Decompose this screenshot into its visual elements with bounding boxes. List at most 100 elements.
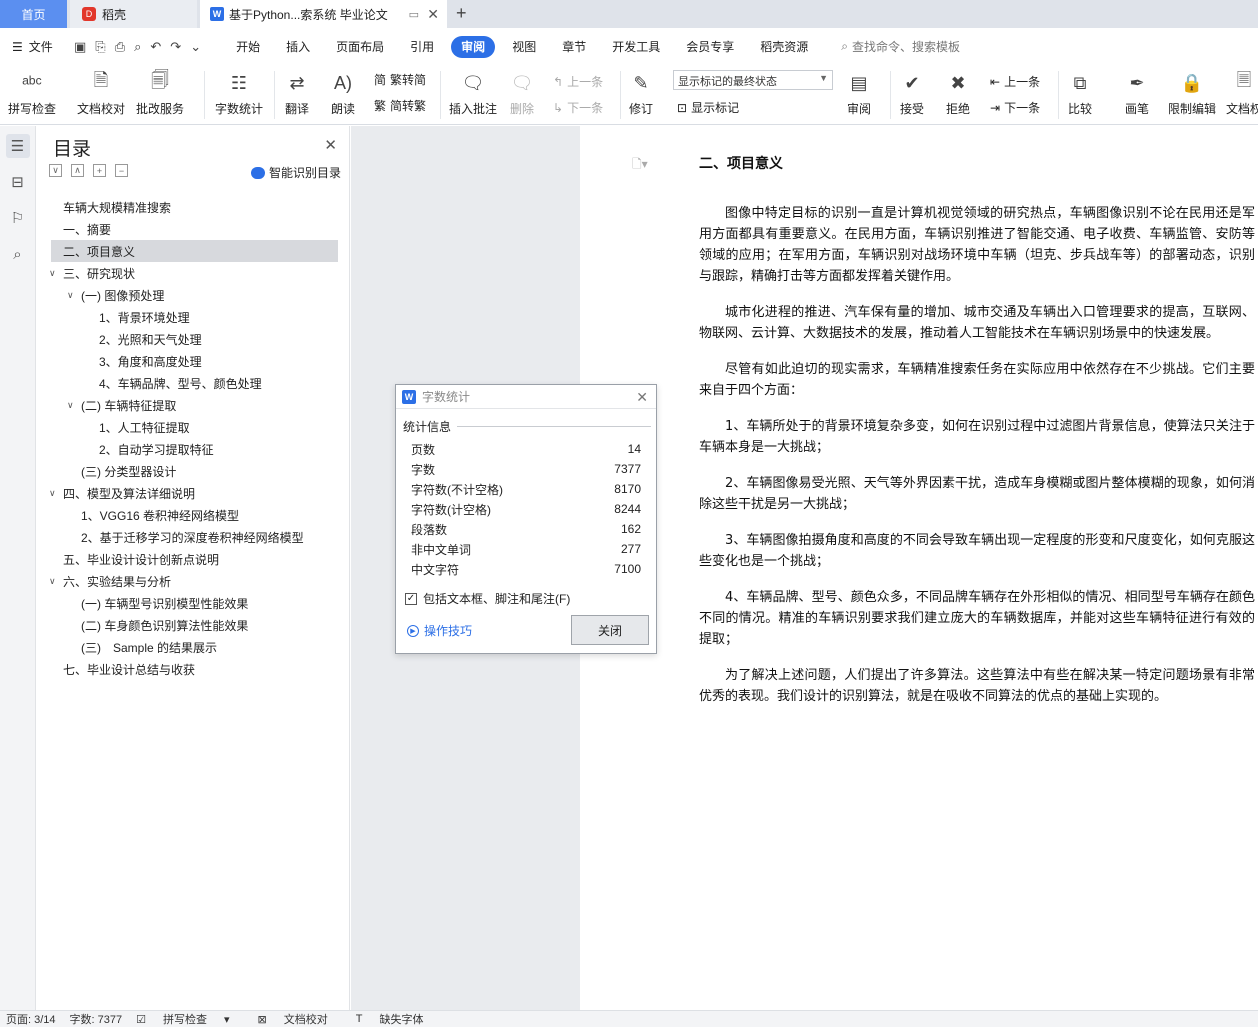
trad-to-simp-button[interactable]: 简繁转简 — [374, 71, 426, 88]
trad-to-simp-label: 繁转简 — [390, 73, 427, 87]
chapter-nav-icon[interactable]: ⊟ — [6, 170, 30, 194]
toc-item[interactable]: 七、毕业设计总结与收获 — [51, 658, 338, 680]
toc-item[interactable]: 2、基于迁移学习的深度卷积神经网络模型 — [51, 526, 338, 548]
batch-service-button[interactable]: 🗐 批改服务 — [136, 69, 184, 117]
new-tab-icon[interactable]: + — [456, 3, 467, 24]
status-doc-proof[interactable]: ⊠ 文档校对 — [258, 1011, 342, 1027]
revise-button[interactable]: ✎ 修订 — [627, 69, 655, 117]
add-heading-icon[interactable]: + — [93, 164, 106, 177]
document-body[interactable]: 二、项目意义 图像中特定目标的识别一直是计算机视觉领域的研究热点，车辆图像识别不… — [699, 150, 1255, 722]
undo-icon[interactable]: ↶ — [150, 39, 161, 55]
tab-home[interactable]: 首页 — [0, 0, 67, 28]
toc-nav-icon[interactable]: ☰ — [5, 134, 30, 158]
include-textbox-checkbox[interactable]: ✓ 包括文本框、脚注和尾注(F) — [405, 590, 570, 607]
next-comment-label: 下一条 — [567, 101, 604, 115]
toc-item[interactable]: 车辆大规模精准搜索 — [51, 196, 338, 218]
close-button[interactable]: 关闭 — [571, 615, 649, 645]
export-icon[interactable]: ⎘ — [95, 39, 105, 55]
print-icon[interactable]: ⎙ — [115, 39, 125, 55]
insert-comment-button[interactable]: 🗨 插入批注 — [449, 69, 497, 117]
print-preview-icon[interactable]: ⌕ — [134, 39, 141, 55]
pen-button[interactable]: ✒ 画笔 — [1123, 69, 1151, 117]
next-comment-button[interactable]: ↳ 下一条 — [553, 99, 603, 116]
menu-tab[interactable]: 页面布局 — [323, 36, 397, 58]
toc-item[interactable]: 2、光照和天气处理 — [51, 328, 338, 350]
toc-item[interactable]: ∨ 三、研究现状 — [49, 262, 338, 284]
compare-button[interactable]: ⧉ 比较 — [1066, 69, 1094, 117]
toc-item[interactable]: ∨ (二) 车辆特征提取 — [51, 394, 338, 416]
bookmark-icon[interactable]: ⚐ — [6, 206, 30, 230]
restrict-edit-button[interactable]: 🔒 限制编辑 — [1168, 69, 1216, 117]
expand-all-icon[interactable]: ∨ — [49, 164, 62, 177]
chevron-down-icon[interactable]: ∨ — [49, 488, 61, 499]
remove-heading-icon[interactable]: − — [115, 164, 128, 177]
toc-item[interactable]: 1、VGG16 卷积神经网络模型 — [51, 504, 338, 526]
pin-icon[interactable]: ▭ — [409, 8, 419, 21]
review-pane-button[interactable]: ▤ 审阅 — [845, 69, 873, 117]
delete-comment-button[interactable]: 🗨 删除 — [508, 69, 536, 117]
missing-font-indicator[interactable]: T 缺失字体 — [356, 1011, 438, 1027]
markup-state-select[interactable]: 显示标记的最终状态 ▼ — [673, 70, 833, 90]
toc-item[interactable]: ∨ (一) 图像预处理 — [51, 284, 338, 306]
tab-document[interactable]: W 基于Python...索系统 毕业论文 ▭ ✕ — [200, 0, 447, 28]
status-spell-check[interactable]: ☑ 拼写检查 ▾ — [136, 1011, 243, 1027]
tips-link[interactable]: ▶ 操作技巧 — [407, 622, 472, 639]
toc-item[interactable]: ∨ 六、实验结果与分析 — [49, 570, 338, 592]
menu-tab[interactable]: 审阅 — [451, 35, 496, 58]
collapse-all-icon[interactable]: ∧ — [71, 164, 84, 177]
toc-item[interactable]: 4、车辆品牌、型号、颜色处理 — [51, 372, 338, 394]
chevron-down-icon[interactable]: ∨ — [49, 268, 61, 279]
toc-item[interactable]: (一) 车辆型号识别模型性能效果 — [51, 592, 338, 614]
close-icon[interactable]: ✕ — [324, 136, 337, 154]
toc-item[interactable]: ∨ 四、模型及算法详细说明 — [49, 482, 338, 504]
simp-to-trad-button[interactable]: 繁简转繁 — [374, 97, 426, 114]
page-options-icon[interactable]: 🗋▾ — [632, 155, 648, 176]
prev-comment-button[interactable]: ↰ 上一条 — [553, 73, 603, 90]
toc-item[interactable]: (二) 车身颜色识别算法性能效果 — [51, 614, 338, 636]
read-aloud-button[interactable]: A) 朗读 — [329, 69, 357, 117]
toc-item[interactable]: 2、自动学习提取特征 — [51, 438, 338, 460]
menu-tab[interactable]: 开发工具 — [599, 36, 673, 58]
toc-item[interactable]: 二、项目意义 — [51, 240, 338, 262]
toc-item[interactable]: (三) Sample 的结果展示 — [51, 636, 338, 658]
translate-button[interactable]: ⇄ 翻译 — [283, 69, 311, 117]
word-count-button[interactable]: ☷ 字数统计 — [215, 69, 263, 117]
menu-tab[interactable]: 引用 — [397, 36, 447, 58]
menu-tab[interactable]: 会员专享 — [673, 36, 747, 58]
smart-toc-button[interactable]: 智能识别目录 — [250, 164, 341, 181]
toc-item[interactable]: 1、人工特征提取 — [51, 416, 338, 438]
chevron-down-icon[interactable]: ⌄ — [190, 39, 201, 55]
accept-button[interactable]: ✔ 接受 — [898, 69, 926, 117]
doc-rights-button[interactable]: 🗏 文档权 — [1226, 69, 1258, 117]
toc-item[interactable]: 3、角度和高度处理 — [51, 350, 338, 372]
tab-daoke[interactable]: D 稻壳 — [70, 0, 197, 28]
toc-item[interactable]: 一、摘要 — [51, 218, 338, 240]
search-icon[interactable]: ⌕ — [6, 242, 30, 266]
spell-check-button[interactable]: ᵃᵇᶜ 拼写检查 — [8, 69, 56, 117]
next-change-button[interactable]: ⇥ 下一条 — [990, 99, 1040, 116]
redo-icon[interactable]: ↷ — [170, 39, 181, 55]
toc-item[interactable]: (三) 分类型器设计 — [51, 460, 338, 482]
read-aloud-label: 朗读 — [330, 102, 355, 116]
page-indicator[interactable]: 页面: 3/14 — [6, 1011, 56, 1027]
chevron-down-icon[interactable]: ∨ — [49, 576, 61, 587]
menu-tab[interactable]: 开始 — [223, 36, 273, 58]
menu-tab[interactable]: 章节 — [549, 36, 599, 58]
toc-item[interactable]: 1、背景环境处理 — [51, 306, 338, 328]
menu-tab[interactable]: 视图 — [499, 36, 549, 58]
show-markup-button[interactable]: ⊡ 显示标记 — [677, 99, 739, 116]
chevron-down-icon[interactable]: ∨ — [67, 290, 79, 301]
prev-change-button[interactable]: ⇤ 上一条 — [990, 73, 1040, 90]
close-icon[interactable]: ✕ — [636, 389, 648, 406]
command-search[interactable]: ⌕ 查找命令、搜索模板 — [841, 38, 960, 55]
file-menu[interactable]: ☰ 文件 — [0, 38, 66, 55]
word-count-indicator[interactable]: 字数: 7377 — [70, 1011, 123, 1027]
toc-item[interactable]: 五、毕业设计设计创新点说明 — [51, 548, 338, 570]
chevron-down-icon[interactable]: ∨ — [67, 400, 79, 411]
menu-tab[interactable]: 稻壳资源 — [747, 36, 821, 58]
save-icon[interactable]: ▣ — [74, 39, 86, 55]
reject-button[interactable]: ✖ 拒绝 — [944, 69, 972, 117]
close-tab-icon[interactable]: ✕ — [427, 6, 439, 23]
doc-proof-button[interactable]: 🗎 文档校对 — [77, 69, 125, 117]
menu-tab[interactable]: 插入 — [273, 36, 323, 58]
